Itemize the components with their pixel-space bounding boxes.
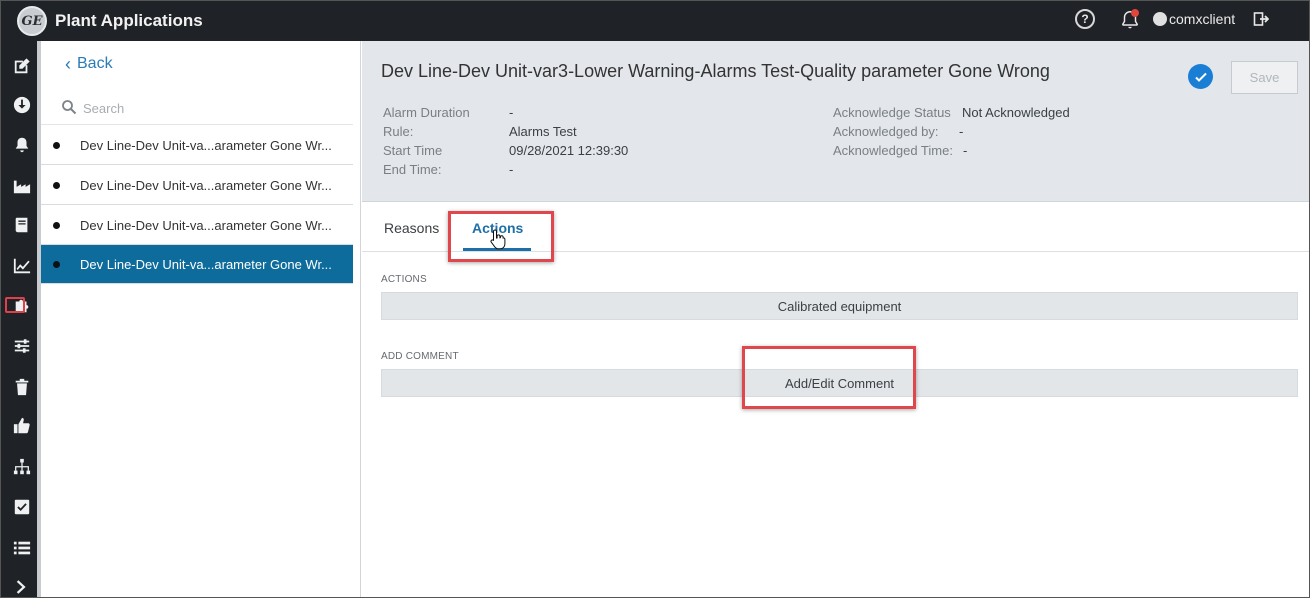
checkmark-icon bbox=[1194, 72, 1207, 82]
alarm-item-label: Dev Line-Dev Unit-va...arameter Gone Wr.… bbox=[80, 217, 332, 233]
chevron-right-icon[interactable] bbox=[12, 577, 32, 597]
alarm-list-item[interactable]: Dev Line-Dev Unit-va...arameter Gone Wr.… bbox=[41, 166, 353, 205]
help-icon[interactable]: ? bbox=[1075, 9, 1095, 29]
trend-chart-icon[interactable] bbox=[12, 256, 32, 276]
alarm-list-panel: ‹ Back Dev Line-Dev Unit-va...arameter G… bbox=[41, 41, 361, 597]
alarm-duration-label: Alarm Duration bbox=[383, 105, 470, 120]
thumbs-up-icon[interactable] bbox=[12, 416, 32, 436]
alarm-list-item-selected[interactable]: Dev Line-Dev Unit-va...arameter Gone Wr.… bbox=[41, 245, 353, 284]
bell-icon[interactable] bbox=[12, 135, 32, 155]
rule-value: Alarms Test bbox=[509, 124, 577, 139]
back-link[interactable]: ‹ Back bbox=[65, 55, 113, 73]
rule-label: Rule: bbox=[383, 124, 414, 139]
app-window: GE Plant Applications ? comxclient ‹ Bac… bbox=[0, 0, 1310, 598]
acknowledged-by-value: - bbox=[959, 124, 964, 139]
acknowledged-time-label: Acknowledged Time: bbox=[833, 143, 953, 158]
save-button[interactable]: Save bbox=[1231, 61, 1298, 94]
tab-reasons[interactable]: Reasons bbox=[384, 220, 439, 236]
rail-highlight-annotation bbox=[5, 297, 25, 313]
chevron-left-icon: ‹ bbox=[65, 54, 71, 74]
alarm-item-label: Dev Line-Dev Unit-va...arameter Gone Wr.… bbox=[80, 256, 332, 272]
bullet-icon bbox=[53, 141, 60, 149]
add-comment-section-label: ADD COMMENT bbox=[381, 351, 459, 362]
acknowledge-status-label: Acknowledge Status bbox=[833, 105, 951, 120]
alarm-item-label: Dev Line-Dev Unit-va...arameter Gone Wr.… bbox=[80, 137, 332, 153]
download-circle-icon[interactable] bbox=[12, 95, 32, 115]
bullet-icon bbox=[53, 181, 60, 189]
edit-icon[interactable] bbox=[12, 56, 32, 76]
comment-highlight-annotation bbox=[742, 346, 916, 409]
logout-icon[interactable] bbox=[1253, 11, 1269, 27]
start-time-label: Start Time bbox=[383, 143, 443, 158]
notification-badge bbox=[1131, 9, 1139, 17]
alarm-duration-value: - bbox=[509, 105, 514, 120]
user-avatar-icon[interactable] bbox=[1153, 12, 1167, 26]
top-bar: GE Plant Applications ? comxclient bbox=[1, 1, 1309, 41]
search-box bbox=[41, 91, 353, 125]
ge-logo: GE bbox=[17, 6, 47, 36]
action-select[interactable]: Calibrated equipment bbox=[381, 292, 1298, 320]
hierarchy-icon[interactable] bbox=[12, 457, 32, 477]
checkbox-icon[interactable] bbox=[12, 497, 32, 517]
acknowledge-check-button[interactable] bbox=[1188, 64, 1213, 89]
book-icon[interactable] bbox=[12, 215, 32, 235]
acknowledged-by-label: Acknowledged by: bbox=[833, 124, 939, 139]
end-time-value: - bbox=[509, 162, 514, 177]
bullet-icon bbox=[53, 221, 60, 229]
acknowledge-status-value: Not Acknowledged bbox=[962, 105, 1070, 120]
alarm-item-label: Dev Line-Dev Unit-va...arameter Gone Wr.… bbox=[80, 177, 332, 193]
back-label: Back bbox=[77, 55, 113, 72]
alarm-title: Dev Line-Dev Unit-var3-Lower Warning-Ala… bbox=[381, 61, 1050, 81]
alarm-detail-panel: Dev Line-Dev Unit-var3-Lower Warning-Ala… bbox=[362, 41, 1309, 597]
app-title: Plant Applications bbox=[55, 11, 203, 30]
end-time-label: End Time: bbox=[383, 162, 442, 177]
username-label[interactable]: comxclient bbox=[1169, 11, 1235, 27]
list-icon[interactable] bbox=[12, 538, 32, 558]
alarm-list-item[interactable]: Dev Line-Dev Unit-va...arameter Gone Wr.… bbox=[41, 126, 353, 165]
sliders-icon[interactable] bbox=[12, 336, 32, 356]
alarm-list-item[interactable]: Dev Line-Dev Unit-va...arameter Gone Wr.… bbox=[41, 206, 353, 245]
actions-section-label: ACTIONS bbox=[381, 274, 427, 285]
search-icon bbox=[62, 100, 77, 115]
trash-icon[interactable] bbox=[12, 377, 32, 397]
start-time-value: 09/28/2021 12:39:30 bbox=[509, 143, 629, 158]
acknowledged-time-value: - bbox=[963, 143, 968, 158]
hand-cursor-icon bbox=[490, 229, 506, 250]
alarm-detail-header: Dev Line-Dev Unit-var3-Lower Warning-Ala… bbox=[362, 41, 1309, 202]
bullet-icon bbox=[53, 260, 60, 268]
factory-icon[interactable] bbox=[12, 176, 32, 196]
left-nav-rail bbox=[1, 41, 39, 597]
search-input[interactable] bbox=[83, 97, 333, 119]
